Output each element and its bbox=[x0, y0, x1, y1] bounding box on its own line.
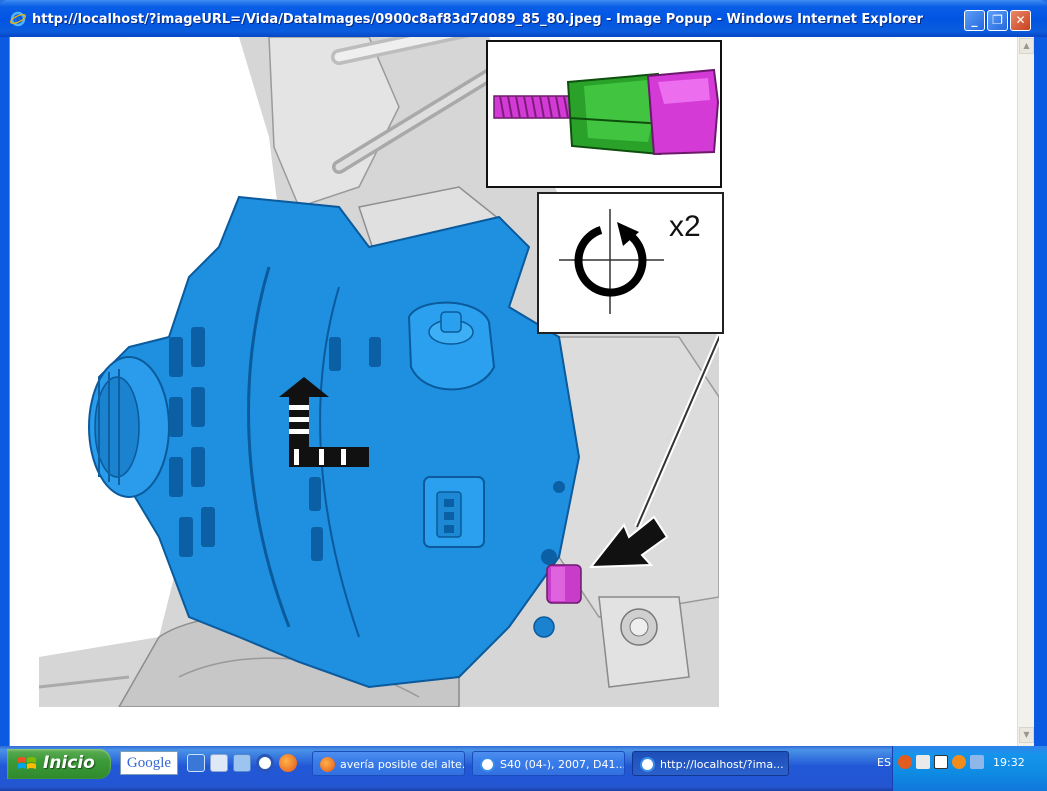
task-label: S40 (04-), 2007, D41... bbox=[500, 758, 625, 771]
restore-button[interactable]: ❐ bbox=[987, 10, 1008, 31]
show-desktop-icon[interactable] bbox=[210, 754, 228, 772]
taskbar-item-firefox[interactable]: avería posible del alte... bbox=[312, 751, 465, 776]
clock: 19:32 bbox=[993, 756, 1025, 769]
ie-popup-window: e http://localhost/?imageURL=/Vida/DataI… bbox=[0, 0, 1047, 746]
ie-icon: e bbox=[10, 11, 26, 27]
tray-app-icon[interactable] bbox=[916, 755, 930, 769]
tray-arrow-icon[interactable] bbox=[898, 755, 912, 769]
close-button[interactable]: ✕ bbox=[1010, 10, 1031, 31]
scroll-down-arrow-icon[interactable]: ▼ bbox=[1019, 727, 1034, 743]
task-label: http://localhost/?ima... bbox=[660, 758, 784, 771]
bolt-location bbox=[546, 564, 582, 604]
task-label: avería posible del alte... bbox=[340, 758, 465, 771]
ie-icon bbox=[640, 757, 655, 772]
ie-icon bbox=[480, 757, 495, 772]
scroll-up-arrow-icon[interactable]: ▲ bbox=[1019, 38, 1034, 54]
minimize-icon: _ bbox=[971, 13, 978, 27]
window-title: http://localhost/?imageURL=/Vida/DataIma… bbox=[32, 12, 924, 27]
google-label: Google bbox=[126, 755, 172, 771]
close-icon: ✕ bbox=[1015, 13, 1026, 27]
rotation-count: x2 bbox=[669, 210, 701, 243]
title-bar[interactable]: e http://localhost/?imageURL=/Vida/DataI… bbox=[0, 0, 1047, 37]
vertical-scrollbar[interactable]: ▲ ▼ bbox=[1017, 37, 1034, 746]
restore-icon: ❐ bbox=[992, 13, 1003, 27]
tray-update-icon[interactable] bbox=[952, 755, 966, 769]
system-tray: ES 19:32 bbox=[877, 746, 1047, 791]
page-content: x2 ▲ ▼ bbox=[9, 37, 1034, 746]
taskbar: Inicio Google avería posible del alte...… bbox=[0, 746, 1047, 791]
taskbar-item-vida[interactable]: S40 (04-), 2007, D41... bbox=[472, 751, 625, 776]
windows-logo-icon bbox=[18, 757, 36, 769]
taskbar-item-popup[interactable]: http://localhost/?ima... bbox=[632, 751, 789, 776]
tray-network-icon[interactable] bbox=[970, 755, 984, 769]
minimize-button[interactable]: _ bbox=[964, 10, 985, 31]
start-button[interactable]: Inicio bbox=[7, 749, 111, 779]
language-indicator[interactable]: ES bbox=[877, 756, 891, 769]
alternator-body bbox=[88, 195, 581, 689]
start-label: Inicio bbox=[43, 753, 95, 773]
rotation-inset: x2 bbox=[537, 192, 724, 334]
bolt-inset bbox=[486, 40, 722, 188]
alternator-diagram: x2 bbox=[39, 37, 724, 707]
player-icon[interactable] bbox=[256, 754, 274, 772]
desktop: e http://localhost/?imageURL=/Vida/DataI… bbox=[0, 0, 1047, 791]
firefox-icon bbox=[320, 757, 335, 772]
media-icon[interactable] bbox=[233, 754, 251, 772]
firefox-quicklaunch-icon[interactable] bbox=[279, 754, 297, 772]
ie-quicklaunch-icon[interactable] bbox=[187, 754, 205, 772]
tray-status-icon[interactable] bbox=[934, 755, 948, 769]
google-toolbar[interactable]: Google bbox=[120, 751, 178, 775]
